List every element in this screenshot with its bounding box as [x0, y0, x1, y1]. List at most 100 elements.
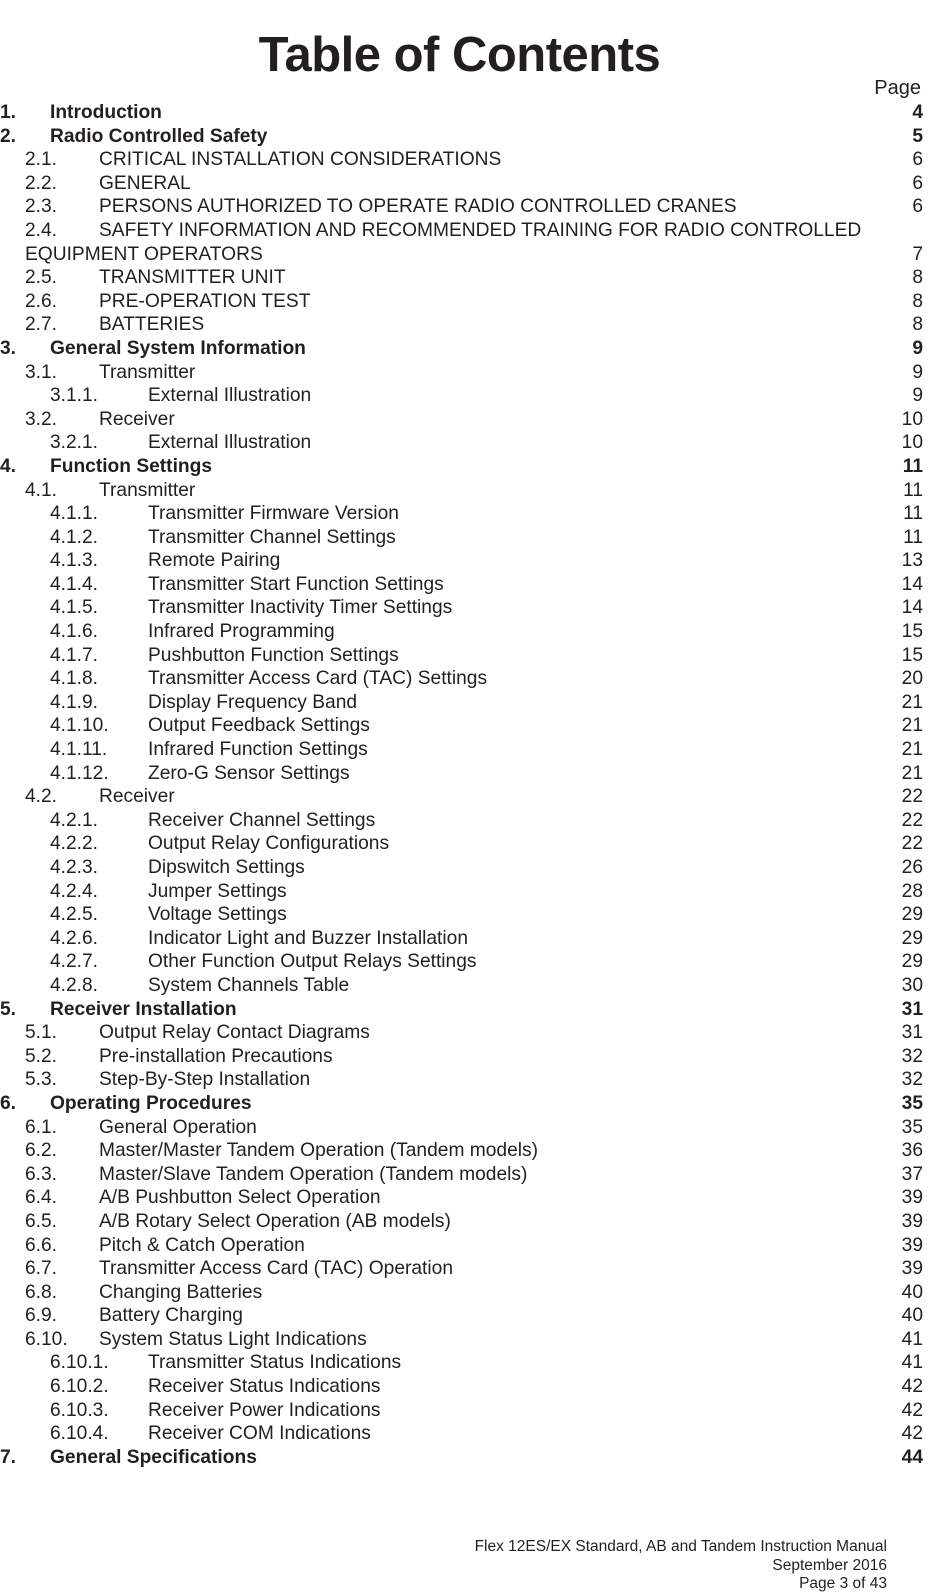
- toc-entry-page-number[interactable]: 29: [902, 950, 923, 974]
- toc-entry-title[interactable]: Introduction: [50, 101, 162, 125]
- toc-entry-title[interactable]: General System Information: [50, 337, 306, 361]
- toc-entry-title[interactable]: Transmitter Firmware Version: [148, 502, 399, 526]
- toc-section-entry[interactable]: 7. General Specifications 44: [0, 1446, 923, 1470]
- toc-subsection-entry[interactable]: 4.2.8. System Channels Table 30: [0, 974, 923, 998]
- toc-entry-title[interactable]: Jumper Settings: [148, 880, 287, 904]
- toc-entry-title[interactable]: Transmitter Start Function Settings: [148, 573, 444, 597]
- toc-entry-title[interactable]: Receiver Power Indications: [148, 1399, 381, 1423]
- toc-subsection-entry[interactable]: 6.8. Changing Batteries 40: [0, 1281, 923, 1305]
- toc-entry-title[interactable]: Pitch & Catch Operation: [99, 1234, 305, 1258]
- toc-entry-title[interactable]: Dipswitch Settings: [148, 856, 305, 880]
- toc-entry-page-number[interactable]: 9: [912, 384, 923, 408]
- toc-entry-page-number[interactable]: 32: [902, 1068, 923, 1092]
- toc-subsection-entry[interactable]: 4.1.12. Zero-G Sensor Settings 21: [0, 762, 923, 786]
- toc-subsection-entry[interactable]: 2.3. PERSONS AUTHORIZED TO OPERATE RADIO …: [0, 195, 923, 219]
- toc-entry-title[interactable]: Voltage Settings: [148, 903, 287, 927]
- toc-section-entry[interactable]: 4. Function Settings 11: [0, 455, 923, 479]
- toc-entry-page-number[interactable]: 7: [912, 243, 923, 267]
- toc-entry-page-number[interactable]: 40: [902, 1304, 923, 1328]
- toc-entry-page-number[interactable]: 13: [902, 549, 923, 573]
- toc-entry-title[interactable]: Transmitter: [99, 479, 195, 503]
- toc-subsection-entry[interactable]: 4.2. Receiver 22: [0, 785, 923, 809]
- toc-subsection-entry[interactable]: 4.1.11. Infrared Function Settings 21: [0, 738, 923, 762]
- toc-entry-title[interactable]: Other Function Output Relays Settings: [148, 950, 476, 974]
- toc-entry-title[interactable]: Transmitter Access Card (TAC) Operation: [99, 1257, 453, 1281]
- toc-subsection-entry[interactable]: 3.2.1. External Illustration 10: [0, 431, 923, 455]
- toc-subsection-entry[interactable]: 4.2.3. Dipswitch Settings 26: [0, 856, 923, 880]
- toc-entry-title[interactable]: External Illustration: [148, 431, 311, 455]
- toc-entry-title[interactable]: Pre-installation Precautions: [99, 1045, 333, 1069]
- toc-subsection-entry[interactable]: 4.1.9. Display Frequency Band 21: [0, 691, 923, 715]
- toc-entry-page-number[interactable]: 21: [902, 714, 923, 738]
- toc-section-entry[interactable]: 6. Operating Procedures 35: [0, 1092, 923, 1116]
- toc-entry-title[interactable]: Master/Master Tandem Operation (Tandem m…: [99, 1139, 538, 1163]
- toc-subsection-entry[interactable]: 4.1.5. Transmitter Inactivity Timer Setti…: [0, 596, 923, 620]
- toc-subsection-entry[interactable]: 5.3. Step-By-Step Installation 32: [0, 1068, 923, 1092]
- toc-entry-page-number[interactable]: 5: [912, 125, 923, 149]
- toc-entry-page-number[interactable]: 14: [902, 596, 923, 620]
- toc-entry-page-number[interactable]: 6: [912, 195, 923, 219]
- toc-entry-title[interactable]: Receiver: [99, 785, 175, 809]
- toc-subsection-entry[interactable]: 3.2. Receiver 10: [0, 408, 923, 432]
- toc-entry-page-number[interactable]: 10: [902, 408, 923, 432]
- toc-entry-title[interactable]: Output Relay Configurations: [148, 832, 389, 856]
- toc-entry-title[interactable]: Radio Controlled Safety: [50, 125, 267, 149]
- toc-entry-page-number[interactable]: 42: [902, 1375, 923, 1399]
- toc-subsection-entry[interactable]: 5.1. Output Relay Contact Diagrams 31: [0, 1021, 923, 1045]
- toc-entry-page-number[interactable]: 28: [902, 880, 923, 904]
- toc-subsection-entry[interactable]: 4.1.4. Transmitter Start Function Setting…: [0, 573, 923, 597]
- toc-entry-page-number[interactable]: 40: [902, 1281, 923, 1305]
- toc-subsection-entry[interactable]: 6.10.1. Transmitter Status Indications 41: [0, 1351, 923, 1375]
- toc-entry-title[interactable]: A/B Pushbutton Select Operation: [99, 1186, 381, 1210]
- toc-entry-title-continuation[interactable]: EQUIPMENT OPERATORS: [25, 243, 263, 267]
- toc-entry-title[interactable]: Infrared Programming: [148, 620, 335, 644]
- toc-subsection-entry[interactable]: 6.10.3. Receiver Power Indications 42: [0, 1399, 923, 1423]
- toc-entry-title[interactable]: Step-By-Step Installation: [99, 1068, 310, 1092]
- toc-subsection-entry[interactable]: 4.2.7. Other Function Output Relays Setti…: [0, 950, 923, 974]
- toc-entry-title[interactable]: Receiver Status Indications: [148, 1375, 381, 1399]
- toc-subsection-entry[interactable]: 6.5. A/B Rotary Select Operation (AB mode…: [0, 1210, 923, 1234]
- toc-entry-title[interactable]: Receiver Channel Settings: [148, 809, 375, 833]
- toc-entry-title[interactable]: Remote Pairing: [148, 549, 280, 573]
- toc-entry-title[interactable]: Indicator Light and Buzzer Installation: [148, 927, 468, 951]
- toc-subsection-entry[interactable]: 4.1.1. Transmitter Firmware Version 11: [0, 502, 923, 526]
- toc-entry-page-number[interactable]: 31: [902, 998, 923, 1022]
- toc-entry-page-number[interactable]: 21: [902, 762, 923, 786]
- toc-entry-page-number[interactable]: 42: [902, 1422, 923, 1446]
- toc-entry-title[interactable]: System Status Light Indications: [99, 1328, 367, 1352]
- toc-entry-page-number[interactable]: 8: [912, 313, 923, 337]
- toc-entry-page-number[interactable]: 11: [903, 526, 923, 550]
- toc-subsection-entry[interactable]: 6.1. General Operation 35: [0, 1116, 923, 1140]
- toc-section-entry[interactable]: 5. Receiver Installation 31: [0, 998, 923, 1022]
- toc-subsection-entry[interactable]: 6.7. Transmitter Access Card (TAC) Operat…: [0, 1257, 923, 1281]
- toc-entry-title[interactable]: Receiver: [99, 408, 175, 432]
- toc-entry-title[interactable]: PERSONS AUTHORIZED TO OPERATE RADIO CONT…: [99, 195, 737, 219]
- toc-entry-page-number[interactable]: 15: [902, 644, 923, 668]
- toc-subsection-entry[interactable]: 4.1.3. Remote Pairing 13: [0, 549, 923, 573]
- toc-entry-page-number[interactable]: 42: [902, 1399, 923, 1423]
- toc-entry-title[interactable]: A/B Rotary Select Operation (AB models): [99, 1210, 451, 1234]
- toc-subsection-entry[interactable]: 2.7. BATTERIES 8: [0, 313, 923, 337]
- toc-subsection-entry[interactable]: 2.2. GENERAL 6: [0, 172, 923, 196]
- toc-subsection-entry[interactable]: 3.1. Transmitter 9: [0, 361, 923, 385]
- toc-entry-title[interactable]: General Operation: [99, 1116, 257, 1140]
- toc-entry-page-number[interactable]: 39: [902, 1257, 923, 1281]
- toc-subsection-entry[interactable]: 2.1. CRITICAL INSTALLATION CONSIDERATIONS…: [0, 148, 923, 172]
- toc-entry-title[interactable]: Output Relay Contact Diagrams: [99, 1021, 370, 1045]
- toc-entry-page-number[interactable]: 37: [902, 1163, 923, 1187]
- toc-entry-page-number[interactable]: 6: [912, 172, 923, 196]
- toc-entry-page-number[interactable]: 39: [902, 1210, 923, 1234]
- toc-entry-title[interactable]: Operating Procedures: [50, 1092, 252, 1116]
- toc-entry-page-number[interactable]: 31: [902, 1021, 923, 1045]
- toc-section-entry[interactable]: 2. Radio Controlled Safety 5: [0, 125, 923, 149]
- toc-subsection-entry[interactable]: 2.5. TRANSMITTER UNIT 8: [0, 266, 923, 290]
- toc-entry-title[interactable]: Transmitter Access Card (TAC) Settings: [148, 667, 487, 691]
- toc-entry-page-number[interactable]: 29: [902, 927, 923, 951]
- toc-entry-page-number[interactable]: 11: [903, 455, 923, 479]
- toc-entry-page-number[interactable]: 41: [902, 1351, 923, 1375]
- toc-subsection-entry[interactable]: 4.1.10. Output Feedback Settings 21: [0, 714, 923, 738]
- toc-subsection-entry[interactable]: 4.1.7. Pushbutton Function Settings 15: [0, 644, 923, 668]
- toc-entry-page-number[interactable]: 14: [902, 573, 923, 597]
- toc-entry-title[interactable]: CRITICAL INSTALLATION CONSIDERATIONS: [99, 148, 501, 172]
- toc-section-entry[interactable]: 3. General System Information 9: [0, 337, 923, 361]
